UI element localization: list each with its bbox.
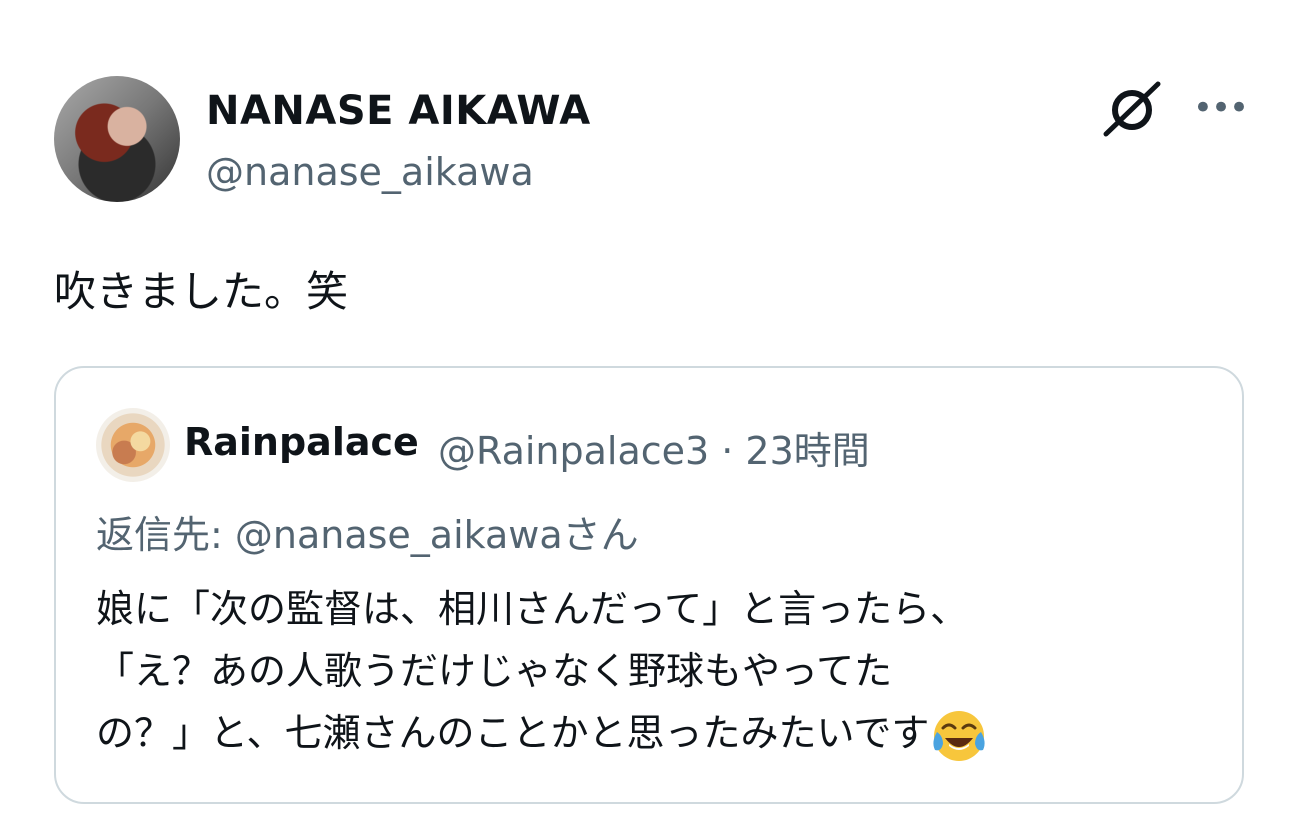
quote-tweet-card[interactable]: Rainpalace @Rainpalace3 · 23時間 返信先: @nan… (54, 366, 1244, 804)
quote-meta: @Rainpalace3 · 23時間 (438, 429, 870, 473)
author-handle[interactable]: @nanase_aikawa (206, 150, 534, 194)
quote-author-name[interactable]: Rainpalace (184, 420, 419, 464)
quote-reply-to: 返信先: @nanase_aikawaさん (96, 504, 639, 559)
quote-body-line-last: の？」と、七瀬さんのことかと思ったみたいです (96, 702, 987, 764)
grok-button[interactable] (1100, 78, 1164, 142)
face-with-tears-of-joy-icon (933, 710, 985, 761)
author-display-name[interactable]: NANASE AIKAWA (206, 88, 591, 134)
more-horizontal-icon: ••• (1192, 88, 1249, 128)
reply-prefix: 返信先: (96, 513, 235, 557)
quote-body-line: 娘に「次の監督は、相川さんだって」と言ったら、 (96, 587, 969, 631)
tweet-text: 吹きました。笑 (54, 267, 349, 316)
reply-mention-link[interactable]: @nanase_aikawaさん (235, 513, 639, 557)
quote-body: 娘に「次の監督は、相川さんだって」と言ったら、 「え？あの人歌うだけじゃなく野球… (96, 578, 987, 764)
quote-body-line: 「え？あの人歌うだけじゃなく野球もやってた (96, 649, 893, 693)
more-options-button[interactable]: ••• (1192, 88, 1249, 128)
author-avatar[interactable] (54, 76, 180, 202)
quote-body-line-text: の？」と、七瀬さんのことかと思ったみたいです (96, 711, 930, 755)
quote-author-avatar[interactable] (96, 408, 170, 482)
grok-icon (1103, 81, 1161, 137)
